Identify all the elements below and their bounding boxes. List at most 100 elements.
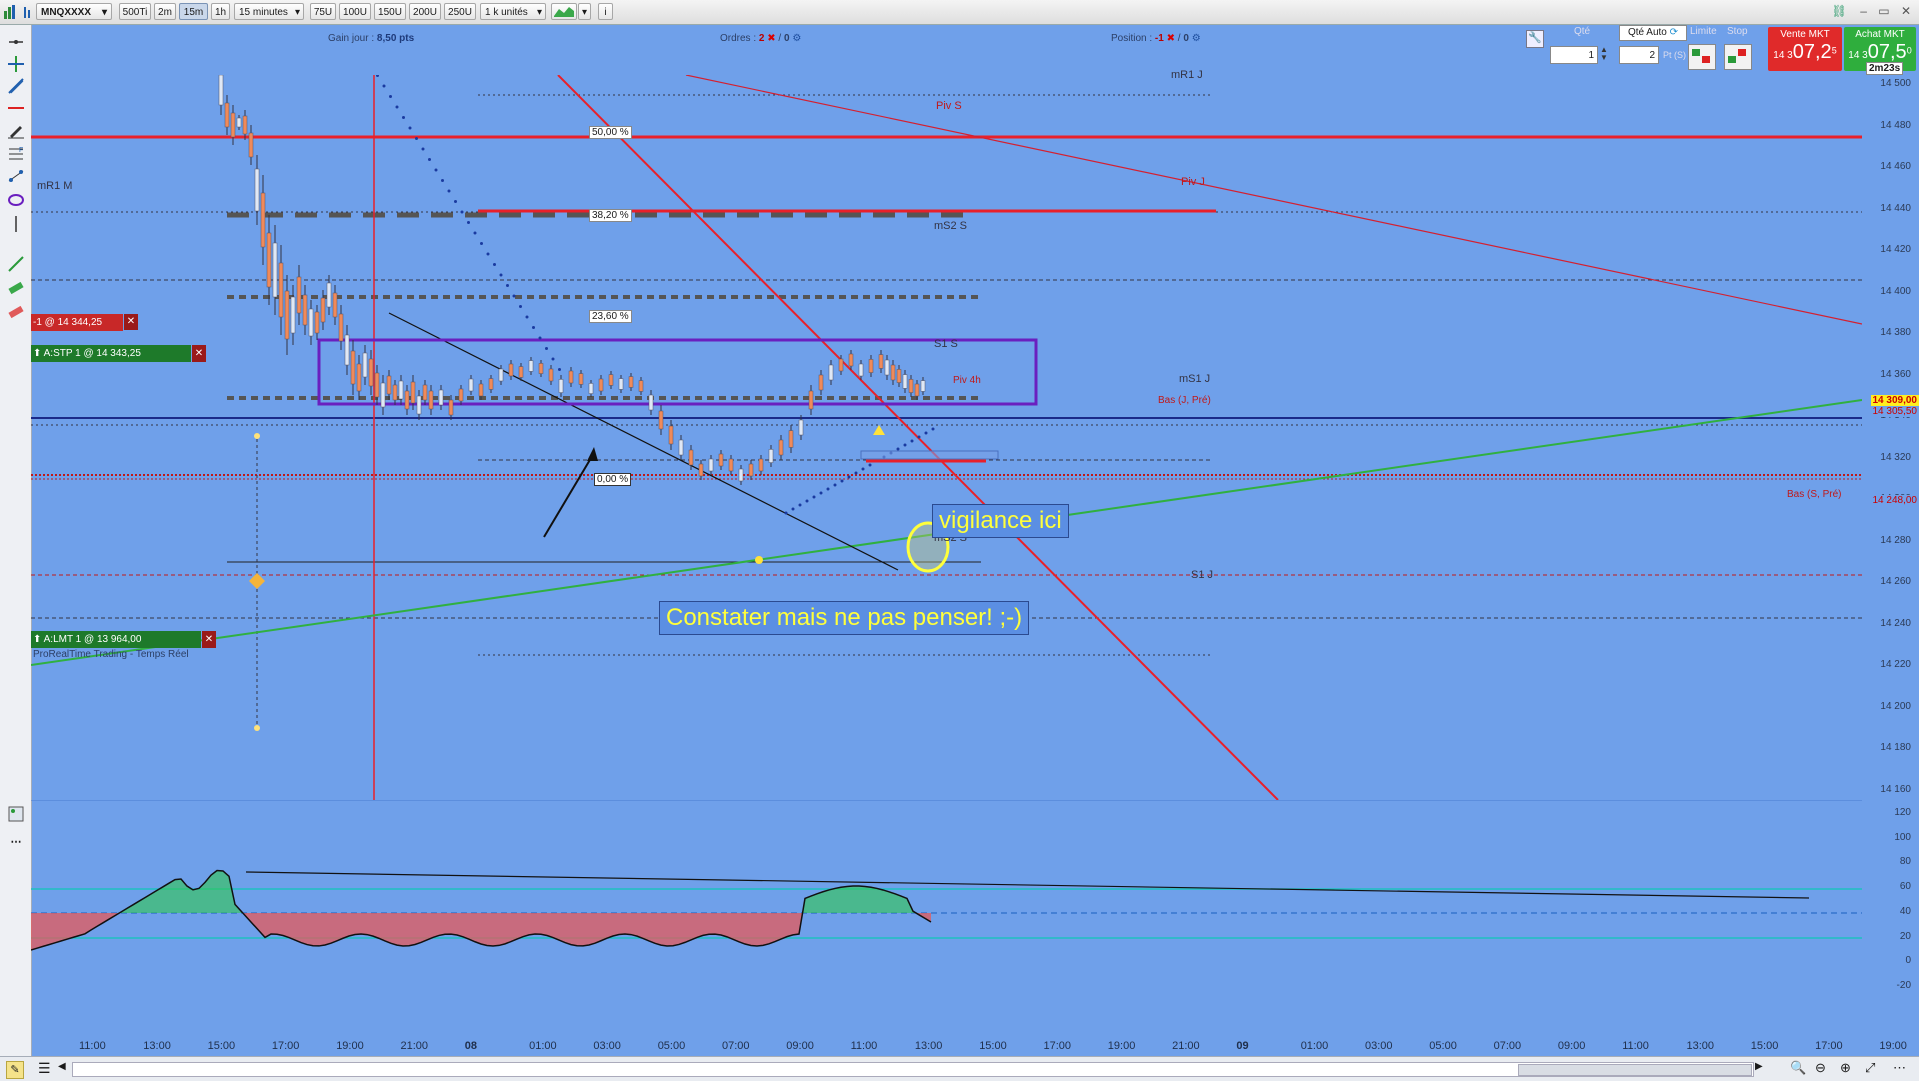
- position-info[interactable]: Position : -1 ✖ / 0 ⚙: [1111, 33, 1201, 44]
- up-arrow-icon: ⬆: [33, 634, 41, 645]
- stop-order-button[interactable]: [1724, 44, 1752, 70]
- minimize-icon[interactable]: –: [1860, 4, 1867, 18]
- sell-market-button[interactable]: Vente MKT 14 307,25: [1768, 27, 1842, 71]
- vertical-line-tool-icon[interactable]: [7, 215, 25, 233]
- label-piv-s: Piv S: [936, 100, 962, 112]
- units-150-button[interactable]: 150U: [374, 3, 406, 20]
- cursor-tool-icon[interactable]: [7, 33, 25, 51]
- oscillator-panel[interactable]: [31, 800, 1862, 1030]
- fit-icon[interactable]: ⤢: [1865, 1060, 1875, 1076]
- settings-icon[interactable]: ⚙: [792, 33, 801, 44]
- fib-38-label: 38,20 %: [589, 209, 632, 222]
- oscillator-axis-label: 40: [1900, 906, 1911, 917]
- close-icon[interactable]: ✕: [124, 314, 138, 330]
- qty-input[interactable]: 1: [1550, 46, 1598, 64]
- object-list-icon[interactable]: [7, 805, 25, 823]
- zoom-out-icon[interactable]: ⊖: [1815, 1060, 1826, 1076]
- candle-body: [921, 381, 925, 392]
- pencil-icon[interactable]: ✎: [6, 1061, 24, 1079]
- time-axis[interactable]: 11:0013:0015:0017:0019:0021:000801:0003:…: [31, 1030, 1919, 1056]
- interval-select[interactable]: 15 minutes ▾: [234, 3, 304, 20]
- close-icon[interactable]: ✕: [202, 631, 216, 648]
- ellipse-tool-icon[interactable]: [7, 191, 25, 209]
- limit-order-box[interactable]: ⬆ A:LMT 1 @ 13 964,00: [31, 631, 201, 648]
- oscillator-canvas[interactable]: [31, 800, 1862, 1030]
- timeframe-500ti[interactable]: 500Ti: [119, 3, 151, 20]
- fibonacci-tool-icon[interactable]: F: [7, 145, 25, 163]
- price-axis-label: 14 260: [1880, 576, 1911, 587]
- scroll-left-icon[interactable]: ◀: [58, 1061, 66, 1072]
- candle-body: [829, 365, 833, 380]
- chart-type-button[interactable]: [551, 3, 577, 20]
- short-position-box[interactable]: -1 @ 14 344,25: [31, 314, 123, 331]
- qty-label: Qté: [1574, 26, 1590, 37]
- units-250-button[interactable]: 250U: [444, 3, 476, 20]
- timeframe-15m[interactable]: 15m: [179, 3, 208, 20]
- fib-0-label: 0,00 %: [594, 473, 631, 486]
- scrollbar-thumb[interactable]: [1518, 1064, 1752, 1076]
- stop-order-box[interactable]: ⬆ A:STP 1 @ 14 343,25: [31, 345, 191, 362]
- chart-type-dropdown[interactable]: ▾: [578, 3, 591, 20]
- candle-body: [659, 411, 663, 429]
- sar-dot: [911, 440, 914, 443]
- qty-stepper-icon[interactable]: ▲▼: [1600, 46, 1608, 62]
- info-button[interactable]: i: [598, 3, 613, 20]
- eraser-tool-icon[interactable]: [7, 303, 25, 321]
- ruler-tool-icon[interactable]: [7, 279, 25, 297]
- candle-body: [779, 440, 783, 455]
- restore-icon[interactable]: ▭: [1878, 4, 1889, 18]
- oscillator-axis-label: 100: [1894, 832, 1911, 843]
- label-s1s: S1 S: [934, 338, 958, 350]
- zoom-in-icon[interactable]: ⊕: [1840, 1060, 1851, 1076]
- price-chart[interactable]: mR1 J Piv S mR1 M Piv J mS2 S S1 S mS1 J…: [31, 75, 1862, 800]
- chart-canvas[interactable]: [31, 75, 1862, 800]
- ray-tool-icon[interactable]: [7, 255, 25, 273]
- app-logo-icon: [3, 4, 17, 20]
- units-select[interactable]: 1 k unités ▾: [480, 3, 546, 20]
- vigilance-annotation[interactable]: vigilance ici: [932, 504, 1069, 538]
- timeframe-2m[interactable]: 2m: [154, 3, 176, 20]
- sar-dot: [428, 158, 431, 161]
- price-axis[interactable]: 2m23s 14 50014 48014 46014 44014 42014 4…: [1862, 75, 1919, 795]
- constater-annotation[interactable]: Constater mais ne pas penser! ;-): [659, 601, 1029, 635]
- link-icon[interactable]: ⛓: [1832, 4, 1847, 18]
- top-toolbar: MNQXXXX ▾ 500Ti 2m 15m 1h 15 minutes ▾ 7…: [0, 0, 1919, 25]
- candle-body: [769, 449, 773, 462]
- timeframe-1h[interactable]: 1h: [211, 3, 230, 20]
- candle-body: [345, 335, 349, 365]
- limit-order-button[interactable]: [1688, 44, 1716, 70]
- menu-icon[interactable]: ☰: [38, 1060, 51, 1077]
- scroll-right-icon[interactable]: ▶: [1755, 1061, 1763, 1072]
- sar-dot: [532, 326, 535, 329]
- candle-body: [439, 390, 443, 405]
- more-icon[interactable]: ⋯: [1893, 1060, 1906, 1076]
- candle-body: [369, 359, 373, 386]
- units-200-button[interactable]: 200U: [409, 3, 441, 20]
- units-75-button[interactable]: 75U: [310, 3, 336, 20]
- qty-auto-input[interactable]: 2: [1619, 46, 1659, 64]
- sar-dot: [813, 496, 816, 499]
- bas-price-tag: 14 248,00: [1871, 495, 1919, 506]
- pencil-tool-icon[interactable]: [7, 121, 25, 139]
- close-icon[interactable]: ✖: [767, 33, 775, 44]
- crosshair-tool-icon[interactable]: [7, 55, 25, 73]
- units-100-button[interactable]: 100U: [339, 3, 371, 20]
- trendline-tool-icon[interactable]: [7, 77, 25, 95]
- horizontal-line-tool-icon[interactable]: [7, 99, 25, 117]
- time-axis-label: 05:00: [1429, 1040, 1457, 1052]
- settings-icon[interactable]: ⚙: [1192, 33, 1201, 44]
- symbol-select[interactable]: MNQXXXX ▾: [36, 3, 112, 20]
- channel-tool-icon[interactable]: [7, 167, 25, 185]
- black-arrow: [544, 453, 594, 537]
- close-icon[interactable]: ✕: [192, 345, 206, 362]
- more-tools-icon[interactable]: ⋯: [7, 835, 25, 853]
- close-icon[interactable]: ✖: [1167, 33, 1175, 44]
- orders-info[interactable]: Ordres : 2 ✖ / 0 ⚙: [720, 33, 801, 44]
- zoom-area-icon[interactable]: 🔍: [1790, 1060, 1806, 1076]
- horizontal-scrollbar[interactable]: [72, 1062, 1754, 1077]
- bar-chart-icon[interactable]: [22, 4, 34, 20]
- wrench-icon[interactable]: 🔧: [1526, 30, 1544, 48]
- stop-order-icon: [1725, 45, 1749, 67]
- close-icon[interactable]: ✕: [1901, 4, 1911, 18]
- qty-auto-button[interactable]: Qté Auto ⟳: [1619, 25, 1687, 41]
